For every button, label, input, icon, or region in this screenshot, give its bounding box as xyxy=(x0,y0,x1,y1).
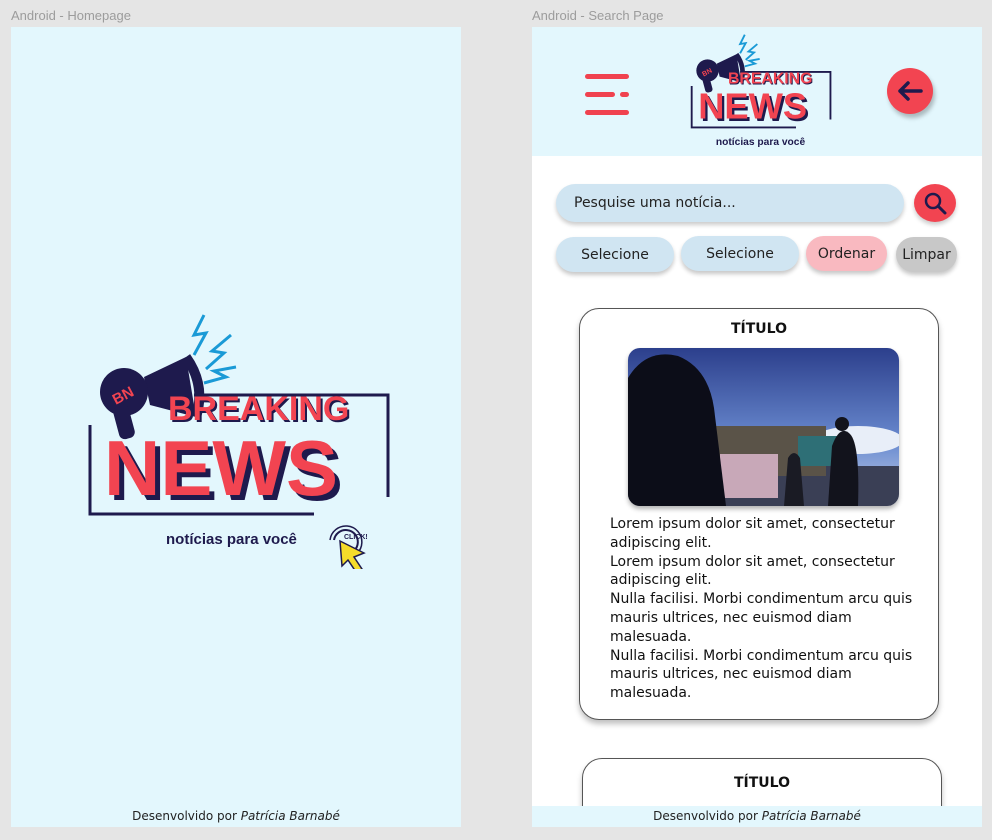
lightning-icon xyxy=(191,314,237,385)
arrow-left-icon xyxy=(898,81,923,101)
card-title: TÍTULO xyxy=(731,321,787,337)
top-bar: BN BREAKING BREAKING NEWS NEWS notícias … xyxy=(532,27,982,156)
search-button[interactable] xyxy=(914,184,956,222)
logo-tagline: notícias para você xyxy=(166,531,297,548)
footer-author: Patrícia Barnabé xyxy=(240,809,340,823)
svg-text:NEWS: NEWS xyxy=(698,86,807,127)
card-paragraph: Lorem ipsum dolor sit amet, consectetur … xyxy=(610,553,895,589)
menu-icon[interactable] xyxy=(585,74,629,116)
svg-text:CLICK!: CLICK! xyxy=(344,534,368,541)
news-card[interactable]: TÍTULO xyxy=(579,308,939,720)
search-page-frame: BN BREAKING BREAKING NEWS NEWS notícias … xyxy=(532,27,982,827)
svg-text:notícias para você: notícias para você xyxy=(716,137,806,148)
home-footer: Desenvolvido por Patrícia Barnabé xyxy=(11,809,461,823)
card-text: Lorem ipsum dolor sit amet, consectetur … xyxy=(610,515,925,703)
card-title: TÍTULO xyxy=(734,775,790,791)
header-logo[interactable]: BN BREAKING BREAKING NEWS NEWS notícias … xyxy=(682,31,842,153)
back-button[interactable] xyxy=(887,68,933,114)
logo-word1: BREAKING xyxy=(168,390,349,428)
logo-word2: NEWS xyxy=(104,424,338,512)
cursor-click-icon: CLICK! xyxy=(329,525,368,569)
news-image xyxy=(628,348,899,506)
breaking-news-logo-small: BN BREAKING BREAKING NEWS NEWS notícias … xyxy=(690,34,832,148)
search-input[interactable] xyxy=(556,184,904,222)
card-paragraph: Nulla facilisi. Morbi condimentum arcu q… xyxy=(610,591,913,645)
footer-author: Patrícia Barnabé xyxy=(761,809,861,823)
footer-prefix: Desenvolvido por xyxy=(653,809,762,823)
svg-text:BREAKING: BREAKING xyxy=(728,71,812,88)
card-paragraph: Nulla facilisi. Morbi condimentum arcu q… xyxy=(610,647,913,702)
sort-button[interactable]: Ordenar xyxy=(806,236,887,271)
app-logo[interactable]: BN BREAKING BREAKING NEWS NEWS notícias … xyxy=(86,307,396,569)
frame-label-home: Android - Homepage xyxy=(11,8,131,23)
news-photo xyxy=(628,348,899,506)
lightning-icon xyxy=(738,34,760,68)
filter-select-1[interactable]: Selecione xyxy=(556,237,674,272)
breaking-news-logo: BN BREAKING BREAKING NEWS NEWS notícias … xyxy=(88,314,390,569)
footer-prefix: Desenvolvido por xyxy=(132,809,241,823)
frame-label-search: Android - Search Page xyxy=(532,8,664,23)
card-paragraph: Lorem ipsum dolor sit amet, consectetur … xyxy=(610,516,895,551)
clear-button[interactable]: Limpar xyxy=(896,237,957,272)
search-icon xyxy=(924,192,947,215)
homepage-frame: BN BREAKING BREAKING NEWS NEWS notícias … xyxy=(11,27,461,827)
filter-select-2[interactable]: Selecione xyxy=(681,236,799,271)
search-footer: Desenvolvido por Patrícia Barnabé xyxy=(532,806,982,827)
